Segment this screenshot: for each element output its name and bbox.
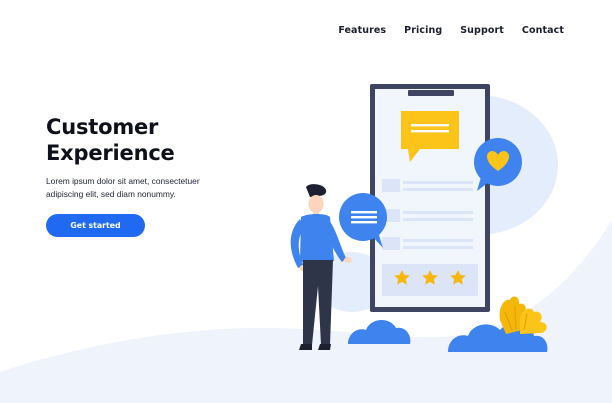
hero-section: Customer Experience Lorem ipsum dolor si… bbox=[46, 114, 256, 201]
title-line-2: Experience bbox=[46, 141, 175, 165]
description-line-2: adipiscing elit, sed diam nonummy. bbox=[46, 189, 176, 199]
nav-link-contact[interactable]: Contact bbox=[522, 25, 564, 36]
top-nav: Features Pricing Support Contact bbox=[338, 25, 564, 36]
page-title: Customer Experience bbox=[46, 114, 256, 166]
title-line-1: Customer bbox=[46, 115, 159, 139]
get-started-button[interactable]: Get started bbox=[46, 214, 145, 237]
plant bbox=[499, 296, 547, 334]
phone-notch bbox=[408, 90, 454, 96]
nav-link-pricing[interactable]: Pricing bbox=[404, 25, 442, 36]
hero-illustration bbox=[0, 84, 612, 403]
nav-link-features[interactable]: Features bbox=[338, 25, 386, 36]
message-bubble-icon bbox=[339, 193, 387, 248]
hero-description: Lorem ipsum dolor sit amet, consectetuer… bbox=[46, 175, 216, 201]
description-line-1: Lorem ipsum dolor sit amet, consectetuer bbox=[46, 176, 200, 186]
landing-page: Features Pricing Support Contact Custome… bbox=[0, 0, 612, 403]
cloud-bush bbox=[348, 319, 411, 344]
nav-link-support[interactable]: Support bbox=[460, 25, 504, 36]
